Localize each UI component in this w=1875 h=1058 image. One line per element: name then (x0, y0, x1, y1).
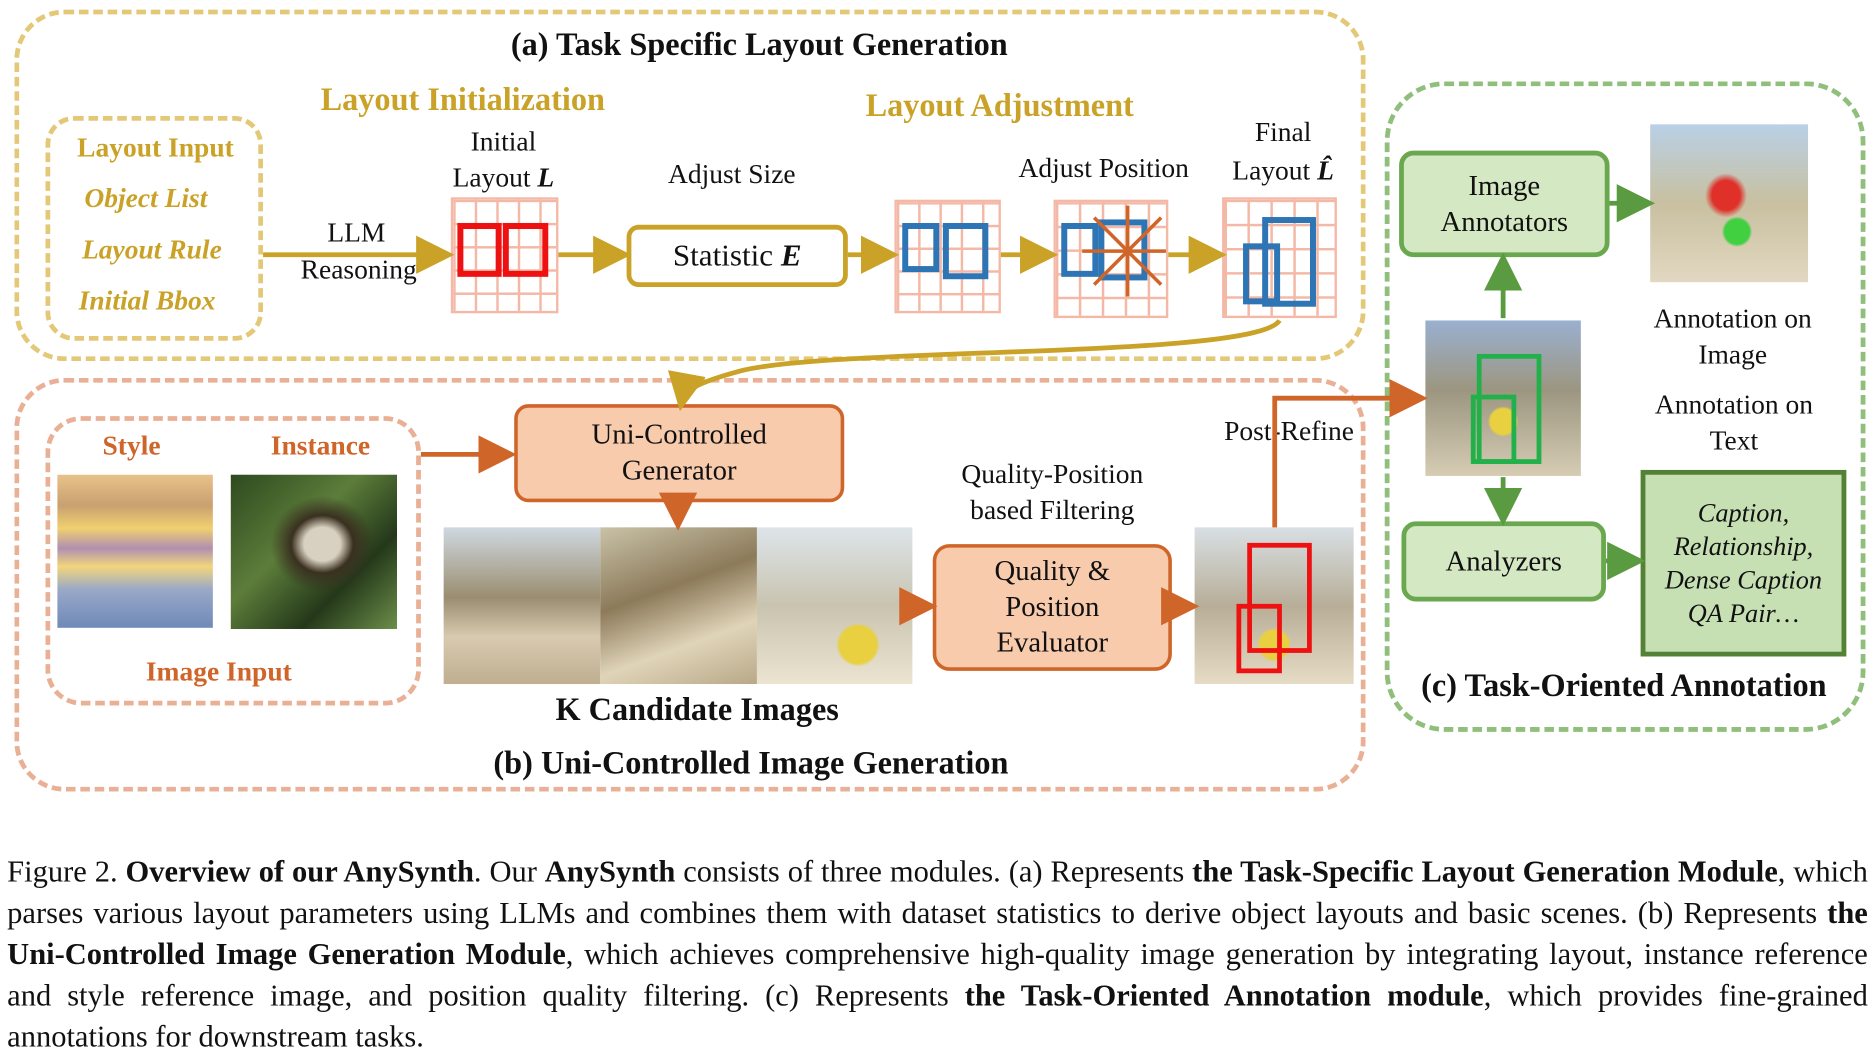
caption-segment: AnySynth (544, 853, 676, 889)
bbox (1243, 243, 1281, 305)
arrow (1272, 379, 1428, 528)
bbox (1476, 353, 1542, 464)
caption-segment: consists of three modules. (a) Represent… (675, 853, 1193, 889)
figure-caption: Figure 2. Overview of our AnySynth. Our … (7, 851, 1868, 1058)
caption-segment: the Task-Oriented Annotation module (964, 977, 1484, 1013)
bbox (1262, 217, 1316, 307)
bbox (902, 223, 940, 273)
caption-segment: . Our (473, 853, 545, 889)
adjust-arrows-icon (1082, 205, 1166, 297)
bbox (502, 223, 549, 277)
caption-segment: Overview of our AnySynth (125, 853, 474, 889)
caption-segment: the Task-Specific Layout Generation Modu… (1192, 853, 1778, 889)
bbox (457, 223, 502, 277)
bbox (1236, 603, 1282, 674)
arrow (667, 318, 1282, 412)
figure: (a) Task Specific Layout Generation Layo… (0, 0, 1875, 1058)
bbox (942, 223, 989, 280)
caption-segment: Figure 2. (7, 853, 126, 889)
